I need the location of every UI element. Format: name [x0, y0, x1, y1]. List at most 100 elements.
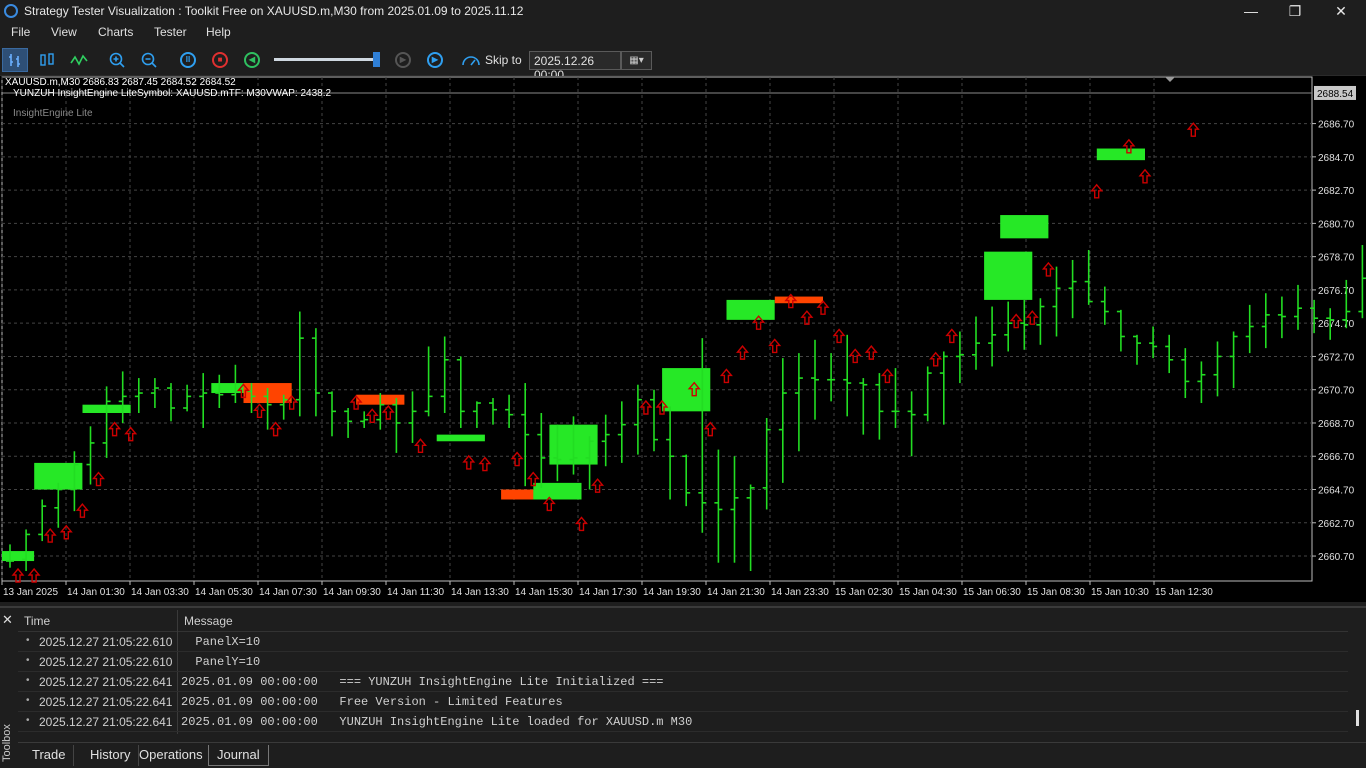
x-tick-label: 14 Jan 21:30 — [707, 587, 765, 598]
up-arrow-icon — [864, 345, 878, 360]
menu-help[interactable]: Help — [206, 25, 231, 39]
bear-zone — [774, 296, 823, 304]
bull-zone — [984, 251, 1033, 300]
step-forward-icon: ▶ — [395, 52, 411, 68]
x-tick-label: 15 Jan 04:30 — [899, 587, 957, 598]
zoom-out-icon — [141, 52, 157, 68]
bull-zone — [726, 299, 775, 320]
step-forward-button[interactable]: ▶ — [390, 48, 416, 72]
journal-row[interactable]: • 2025.12.27 21:05:22.610 PanelX=10 — [18, 632, 1348, 652]
journal-row[interactable]: • 2025.12.27 21:05:22.641 2025.01.09 00:00… — [18, 672, 1348, 692]
journal-time: 2025.12.27 21:05:22.610 — [39, 655, 173, 669]
time-column-header[interactable]: Time — [24, 614, 50, 628]
line-chart-button[interactable] — [66, 48, 92, 72]
bar-chart-icon — [9, 54, 20, 67]
up-arrow-icon — [719, 368, 733, 384]
bull-zone — [436, 434, 485, 442]
rewind-button[interactable]: ◀ — [239, 48, 265, 72]
up-arrow-icon — [124, 426, 138, 442]
y-tick-label: 2682.70 — [1318, 186, 1355, 197]
speed-slider-thumb[interactable] — [372, 52, 380, 67]
x-tick-label: 15 Jan 06:30 — [963, 587, 1021, 598]
toolbox-label: Toolbox — [1, 724, 13, 762]
journal-time: 2025.12.27 21:05:22.610 — [39, 635, 173, 649]
x-tick-label: 14 Jan 09:30 — [323, 587, 381, 598]
bull-zone — [2, 551, 35, 562]
journal-time: 2025.12.27 21:05:22.641 — [39, 695, 173, 709]
up-arrow-icon — [1138, 168, 1152, 184]
y-tick-label: 2672.70 — [1318, 352, 1355, 363]
zoom-out-button[interactable] — [136, 48, 162, 72]
y-tick-label: 2660.70 — [1318, 552, 1355, 563]
up-arrow-icon — [27, 567, 41, 583]
up-arrow-icon — [1041, 261, 1055, 277]
indicator-name: InsightEngine Lite — [13, 108, 93, 119]
message-column-header[interactable]: Message — [184, 614, 233, 628]
candle-chart-button[interactable] — [34, 48, 60, 72]
x-tick-label: 14 Jan 19:30 — [643, 587, 701, 598]
skip-date-field[interactable]: 2025.12.26 00:00 — [529, 51, 621, 82]
speed-slider-track[interactable] — [274, 58, 378, 61]
y-tick-label: 2668.70 — [1318, 419, 1355, 430]
tab-trade[interactable]: Trade — [24, 745, 75, 766]
x-tick-label: 14 Jan 05:30 — [195, 587, 253, 598]
up-arrow-icon — [736, 345, 749, 360]
x-tick-label: 14 Jan 03:30 — [131, 587, 189, 598]
journal-row[interactable]: • 2025.12.27 21:05:22.641 2025.01.09 00:00… — [18, 692, 1348, 712]
close-button[interactable]: ✕ — [1318, 0, 1364, 22]
up-arrow-icon — [1009, 313, 1023, 329]
row-bullet-icon: • — [26, 715, 30, 726]
skip-end-button[interactable]: ▶ — [422, 48, 448, 72]
x-tick-label: 14 Jan 07:30 — [259, 587, 317, 598]
menu-bar: File View Charts Tester Help — [0, 22, 1366, 44]
journal-scrollbar[interactable] — [1356, 710, 1359, 726]
x-tick-label: 15 Jan 02:30 — [835, 587, 893, 598]
maximize-button[interactable]: ❐ — [1272, 0, 1318, 22]
x-tick-label: 13 Jan 2025 — [3, 587, 58, 598]
row-bullet-icon: • — [26, 635, 30, 646]
calendar-icon: ▦▾ — [629, 55, 644, 66]
journal-row[interactable]: • 2025.12.27 21:05:22.641 2025.01.09 00:00… — [18, 712, 1348, 732]
up-arrow-icon — [75, 503, 89, 518]
journal-message: PanelX=10 — [181, 635, 261, 649]
x-tick-label: 14 Jan 01:30 — [67, 587, 125, 598]
y-tick-label: 2686.70 — [1318, 120, 1355, 131]
toolbox-close-icon[interactable]: ✕ — [2, 612, 13, 628]
bar-chart-button[interactable] — [2, 48, 28, 72]
journal-message: 2025.01.09 00:00:00 === YUNZUH InsightEn… — [181, 675, 664, 689]
menu-charts[interactable]: Charts — [98, 25, 133, 39]
bull-zone — [1000, 215, 1049, 239]
menu-tester[interactable]: Tester — [154, 25, 187, 39]
journal-row[interactable]: • 2025.12.27 21:05:22.610 PanelY=10 — [18, 652, 1348, 672]
up-arrow-icon — [462, 454, 476, 470]
app-icon — [4, 4, 18, 18]
pause-icon: II — [180, 52, 196, 68]
y-tick-label: 2676.70 — [1318, 286, 1355, 297]
x-tick-label: 15 Jan 12:30 — [1155, 587, 1213, 598]
calendar-dropdown-button[interactable]: ▦▾ — [621, 51, 652, 70]
up-arrow-icon — [253, 403, 266, 419]
skip-end-icon: ▶ — [427, 52, 443, 68]
zoom-in-button[interactable] — [104, 48, 130, 72]
title-bar: Strategy Tester Visualization : Toolkit … — [0, 0, 1366, 22]
skip-to-button[interactable] — [458, 48, 484, 72]
line-chart-icon — [70, 54, 88, 66]
stop-button[interactable]: ■ — [207, 48, 233, 72]
price-chart[interactable]: 2660.70 2662.70 2664.70 2666.70 2668.70 2670.… — [0, 76, 1366, 602]
pause-button[interactable]: II — [175, 48, 201, 72]
tab-operations[interactable]: Operations — [131, 745, 212, 766]
y-tick-label: 2680.70 — [1318, 219, 1355, 230]
menu-file[interactable]: File — [11, 25, 30, 39]
current-price-label: 2688.54 — [1317, 89, 1354, 100]
menu-view[interactable]: View — [51, 25, 77, 39]
journal-time: 2025.12.27 21:05:22.641 — [39, 675, 173, 689]
chart-svg: 2660.70 2662.70 2664.70 2666.70 2668.70 2670.… — [1, 76, 1366, 598]
up-arrow-icon — [11, 567, 25, 583]
bull-zone — [1096, 148, 1145, 161]
chart-symbol-info: XAUUSD.m,M30 2686.83 2687.45 2684.52 268… — [5, 77, 236, 88]
up-arrow-icon — [381, 404, 395, 420]
minimize-button[interactable]: — — [1228, 0, 1274, 22]
tab-journal[interactable]: Journal — [208, 745, 269, 766]
journal-message: 2025.01.09 00:00:00 YUNZUH InsightEngine… — [181, 715, 693, 729]
up-arrow-icon — [832, 328, 846, 344]
